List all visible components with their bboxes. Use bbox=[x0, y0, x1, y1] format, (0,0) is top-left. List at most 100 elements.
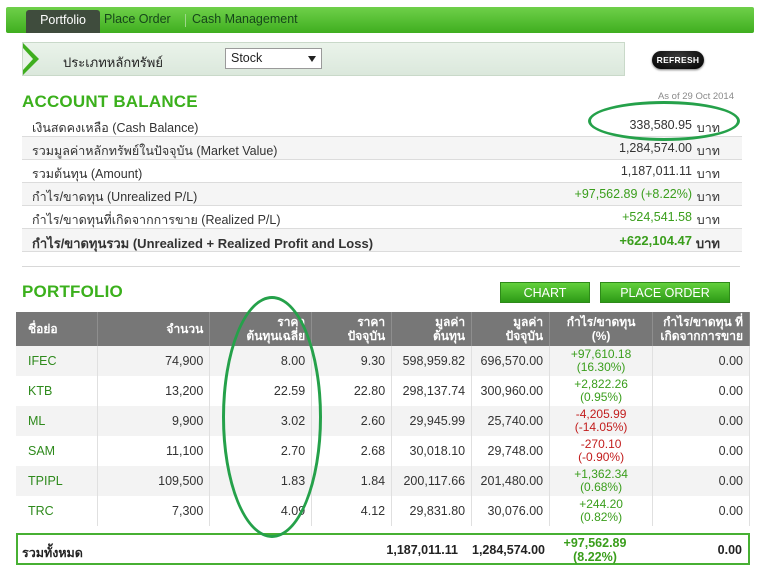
symbol-cell[interactable]: SAM bbox=[16, 436, 99, 466]
balance-row-realized-pl: กำไร/ขาดทุนที่เกิดจากการขาย (Realized P/… bbox=[22, 206, 742, 229]
price-cell: 22.80 bbox=[311, 376, 393, 406]
price-cell: 4.12 bbox=[311, 496, 393, 526]
unrealized-pl-cell: +1,362.34 (0.68%) bbox=[549, 466, 654, 496]
unrealized-pl-cell: -4,205.99 (-14.05%) bbox=[549, 406, 654, 436]
realized-pl-cell: 0.00 bbox=[652, 466, 750, 496]
balance-value: 1,284,574.00 bbox=[619, 141, 692, 155]
amount-cell: 30,018.10 bbox=[391, 436, 473, 466]
tab-place-order[interactable]: Place Order bbox=[104, 7, 171, 33]
balance-label: กำไร/ขาดทุนที่เกิดจากการขาย (Realized P/… bbox=[32, 213, 281, 227]
total-market-value: 1,284,574.00 bbox=[472, 543, 545, 557]
chevron-down-icon bbox=[308, 56, 316, 62]
avg-cost-highlight-ring bbox=[222, 296, 322, 538]
balance-row-amount: รวมต้นทุน (Amount) 1,187,011.11 บาท bbox=[22, 160, 742, 183]
table-row: ML 9,900 3.02 2.60 29,945.99 25,740.00 -… bbox=[16, 406, 750, 436]
balance-unit: บาท bbox=[696, 190, 720, 204]
total-label: รวมทั้งหมด bbox=[22, 546, 83, 560]
balance-value: +524,541.58 bbox=[622, 210, 692, 224]
market-value-cell: 696,570.00 bbox=[471, 346, 551, 376]
top-tab-bar: Portfolio Place Order Cash Management bbox=[6, 7, 754, 33]
amount-cell: 298,137.74 bbox=[391, 376, 473, 406]
col-header-symbol: ชื่อย่อ bbox=[16, 312, 99, 346]
balance-value: +97,562.89 (+8.22%) bbox=[574, 187, 692, 201]
account-balance-title: ACCOUNT BALANCE bbox=[22, 92, 198, 111]
refresh-button[interactable]: REFRESH bbox=[652, 51, 704, 69]
table-row: IFEC 74,900 8.00 9.30 598,959.82 696,570… bbox=[16, 346, 750, 376]
volume-cell: 13,200 bbox=[97, 376, 211, 406]
volume-cell: 7,300 bbox=[97, 496, 211, 526]
col-header-price: ราคา ปัจจุบัน bbox=[311, 312, 393, 346]
price-cell: 2.68 bbox=[311, 436, 393, 466]
chart-button[interactable]: CHART bbox=[500, 282, 590, 303]
col-header-amount: มูลค่า ต้นทุน bbox=[391, 312, 473, 346]
total-amount: 1,187,011.11 bbox=[386, 543, 458, 557]
balance-unit: บาท bbox=[696, 144, 720, 158]
security-type-label: ประเภทหลักทรัพย์ bbox=[63, 55, 163, 70]
total-unrealized-pl: +97,562.89 (8.22%) bbox=[563, 536, 627, 564]
balance-label: รวมมูลค่าหลักทรัพย์ในปัจจุบัน (Market Va… bbox=[32, 144, 278, 158]
volume-cell: 74,900 bbox=[97, 346, 211, 376]
volume-cell: 11,100 bbox=[97, 436, 211, 466]
col-header-unrealized-pl: กำไร/ขาดทุน (%) bbox=[549, 312, 654, 346]
volume-cell: 109,500 bbox=[97, 466, 211, 496]
balance-value: 1,187,011.11 bbox=[620, 164, 692, 178]
place-order-button[interactable]: PLACE ORDER bbox=[600, 282, 730, 303]
balance-value: +622,104.47 bbox=[619, 233, 692, 248]
security-type-select[interactable]: Stock bbox=[225, 48, 322, 69]
security-type-bar: ประเภทหลักทรัพย์ Stock bbox=[22, 42, 625, 76]
realized-pl-cell: 0.00 bbox=[652, 496, 750, 526]
market-value-cell: 300,960.00 bbox=[471, 376, 551, 406]
balance-label: รวมต้นทุน (Amount) bbox=[32, 167, 143, 181]
security-type-selected: Stock bbox=[231, 51, 263, 65]
balance-unit: บาท bbox=[695, 236, 720, 251]
realized-pl-cell: 0.00 bbox=[652, 406, 750, 436]
balance-row-unrealized-pl: กำไร/ขาดทุน (Unrealized P/L) +97,562.89 … bbox=[22, 183, 742, 206]
unrealized-pl-cell: +2,822.26 (0.95%) bbox=[549, 376, 654, 406]
balance-unit: บาท bbox=[696, 167, 720, 181]
realized-pl-cell: 0.00 bbox=[652, 376, 750, 406]
col-header-realized-pl: กำไร/ขาดทุน ที่ เกิดจากการขาย bbox=[652, 312, 750, 346]
tab-portfolio[interactable]: Portfolio bbox=[26, 10, 100, 33]
table-row: TRC 7,300 4.09 4.12 29,831.80 30,076.00 … bbox=[16, 496, 750, 526]
balance-label: กำไร/ขาดทุนรวม (Unrealized + Realized Pr… bbox=[32, 236, 374, 251]
amount-cell: 200,117.66 bbox=[391, 466, 473, 496]
tab-cash-management[interactable]: Cash Management bbox=[192, 7, 298, 33]
symbol-cell[interactable]: TRC bbox=[16, 496, 99, 526]
symbol-cell[interactable]: TPIPL bbox=[16, 466, 99, 496]
portfolio-table: ชื่อย่อ จำนวน ราคา ต้นทุนเฉลี่ย ราคา ปัจจุ… bbox=[16, 312, 750, 526]
col-header-volume: จำนวน bbox=[97, 312, 211, 346]
balance-label: เงินสดคงเหลือ (Cash Balance) bbox=[32, 121, 199, 135]
unrealized-pl-cell: +97,610.18 (16.30%) bbox=[549, 346, 654, 376]
table-row: TPIPL 109,500 1.83 1.84 200,117.66 201,4… bbox=[16, 466, 750, 496]
realized-pl-cell: 0.00 bbox=[652, 346, 750, 376]
section-divider bbox=[22, 266, 740, 267]
balance-row-market-value: รวมมูลค่าหลักทรัพย์ในปัจจุบัน (Market Va… bbox=[22, 137, 742, 160]
portfolio-total-row: รวมทั้งหมด 1,187,011.11 1,284,574.00 +97… bbox=[16, 533, 750, 565]
symbol-cell[interactable]: ML bbox=[16, 406, 99, 436]
volume-cell: 9,900 bbox=[97, 406, 211, 436]
amount-cell: 598,959.82 bbox=[391, 346, 473, 376]
symbol-cell[interactable]: KTB bbox=[16, 376, 99, 406]
price-cell: 2.60 bbox=[311, 406, 393, 436]
col-header-market-value: มูลค่า ปัจจุบัน bbox=[471, 312, 551, 346]
table-row: KTB 13,200 22.59 22.80 298,137.74 300,96… bbox=[16, 376, 750, 406]
market-value-cell: 30,076.00 bbox=[471, 496, 551, 526]
realized-pl-cell: 0.00 bbox=[652, 436, 750, 466]
symbol-cell[interactable]: IFEC bbox=[16, 346, 99, 376]
balance-row-total-pl: กำไร/ขาดทุนรวม (Unrealized + Realized Pr… bbox=[22, 229, 742, 252]
amount-cell: 29,831.80 bbox=[391, 496, 473, 526]
portfolio-title: PORTFOLIO bbox=[22, 282, 123, 301]
balance-label: กำไร/ขาดทุน (Unrealized P/L) bbox=[32, 190, 198, 204]
arrow-icon-inner bbox=[23, 48, 33, 70]
tab-divider bbox=[185, 14, 186, 27]
table-row: SAM 11,100 2.70 2.68 30,018.10 29,748.00… bbox=[16, 436, 750, 466]
price-cell: 9.30 bbox=[311, 346, 393, 376]
total-realized-pl: 0.00 bbox=[717, 543, 742, 557]
market-value-cell: 201,480.00 bbox=[471, 466, 551, 496]
market-value-cell: 25,740.00 bbox=[471, 406, 551, 436]
price-cell: 1.84 bbox=[311, 466, 393, 496]
unrealized-pl-cell: -270.10 (-0.90%) bbox=[549, 436, 654, 466]
market-value-cell: 29,748.00 bbox=[471, 436, 551, 466]
balance-unit: บาท bbox=[696, 213, 720, 227]
table-header-row: ชื่อย่อ จำนวน ราคา ต้นทุนเฉลี่ย ราคา ปัจจุ… bbox=[16, 312, 750, 346]
